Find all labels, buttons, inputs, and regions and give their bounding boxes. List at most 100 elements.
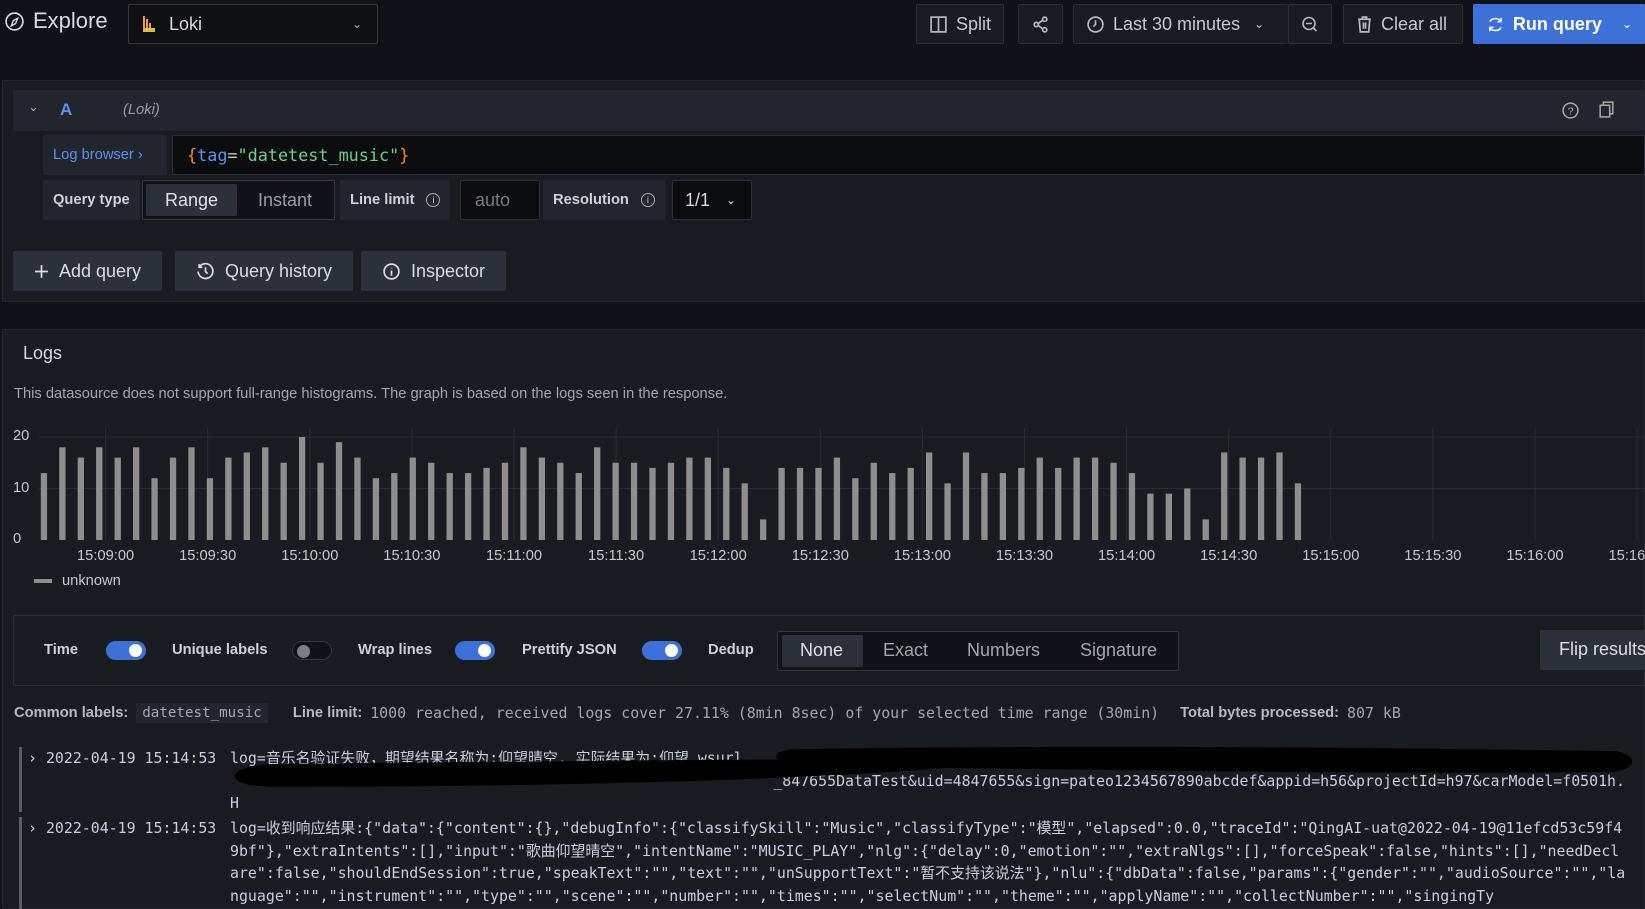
histogram-bar[interactable] [40,473,48,540]
dedup-numbers[interactable]: Numbers [967,640,1040,661]
histogram-bar[interactable] [1294,483,1302,540]
time-range-picker[interactable]: Last 30 minutes ⌄ [1073,4,1288,44]
split-button[interactable]: Split [916,4,1005,44]
histogram-bar[interactable] [981,473,988,540]
histogram-bar[interactable] [262,447,269,540]
histogram-bar[interactable] [649,467,656,540]
histogram-bar[interactable] [133,447,140,540]
histogram-bar[interactable] [667,462,675,540]
histogram-bar[interactable] [612,462,619,540]
histogram-bar[interactable] [1147,493,1154,540]
histogram-bar[interactable] [298,437,306,540]
histogram-bar[interactable] [225,457,232,540]
info-icon[interactable]: i [640,193,655,207]
dedup-exact[interactable]: Exact [883,640,928,661]
histogram-bar[interactable] [354,457,361,540]
legend-item[interactable]: unknown [34,573,121,589]
expand-chevron-icon[interactable]: › [28,819,37,837]
histogram-bar[interactable] [999,473,1007,540]
inspector-button[interactable]: Inspector [361,251,507,291]
histogram-bar[interactable] [464,473,472,540]
histogram-bar[interactable] [1128,473,1136,540]
histogram-bar[interactable] [520,447,527,540]
histogram-bar[interactable] [1018,467,1025,540]
dedup-signature[interactable]: Signature [1080,640,1157,661]
expand-chevron-icon[interactable]: › [28,749,37,767]
histogram-bar[interactable] [815,467,822,540]
histogram-bar[interactable] [1110,462,1117,540]
zoom-out-button[interactable] [1288,4,1332,44]
histogram-bar[interactable] [501,462,509,540]
histogram-bar[interactable] [557,462,564,540]
histogram-bar[interactable] [114,457,121,540]
chevron-down-icon[interactable]: ⌄ [1622,17,1632,31]
histogram-bar[interactable] [889,473,896,540]
histogram-bar[interactable] [594,447,601,540]
histogram-bar[interactable] [428,462,435,540]
query-type-range[interactable]: Range [146,184,237,216]
line-limit-input[interactable]: auto [460,180,540,220]
info-icon[interactable]: i [426,193,441,207]
wrap-lines-toggle[interactable] [455,641,495,660]
log-browser-button[interactable]: Log browser › [43,135,167,175]
histogram-bar[interactable] [151,478,158,540]
histogram-bar[interactable] [1257,457,1265,540]
histogram-bar[interactable] [1036,457,1043,540]
histogram-bar[interactable] [796,467,804,540]
histogram-bar[interactable] [630,462,638,540]
histogram-bar[interactable] [1202,519,1209,540]
histogram-bar[interactable] [335,442,343,540]
histogram-bar[interactable] [962,452,970,540]
histogram-bar[interactable] [575,473,582,540]
histogram-bar[interactable] [280,462,287,540]
histogram-bar[interactable] [925,452,933,540]
add-query-button[interactable]: Add query [13,251,163,291]
histogram-bar[interactable] [59,447,66,540]
histogram-bar[interactable] [741,483,748,540]
histogram-bar[interactable] [686,457,693,540]
histogram-bar[interactable] [1165,493,1173,540]
query-ref-id[interactable]: A [60,100,72,120]
histogram-bar[interactable] [77,457,84,540]
histogram-bar[interactable] [1276,452,1283,540]
histogram-bar[interactable] [538,457,546,540]
histogram-bar[interactable] [446,473,453,540]
histogram-bar[interactable] [243,452,250,540]
histogram-bar[interactable] [1055,467,1062,540]
query-type-instant[interactable]: Instant [240,184,330,216]
share-button[interactable] [1018,4,1063,44]
histogram-bar[interactable] [944,483,951,540]
histogram-bar[interactable] [391,473,398,540]
histogram-bar[interactable] [1091,457,1099,540]
collapse-chevron-icon[interactable]: ⌄ [28,99,39,115]
histogram-bar[interactable] [1221,452,1228,540]
datasource-picker[interactable]: Loki ⌄ [128,4,378,44]
histogram-bar[interactable] [188,447,195,540]
clear-all-button[interactable]: Clear all [1343,4,1463,44]
histogram-bar[interactable] [169,457,177,540]
prettify-json-toggle[interactable] [642,641,682,660]
histogram-bar[interactable] [317,462,324,540]
histogram-bar[interactable] [206,478,214,540]
resolution-select[interactable]: 1/1 ⌄ [672,180,752,220]
histogram-bar[interactable] [96,447,103,540]
query-editor[interactable]: {tag = "datetest_music"} [172,135,1645,175]
histogram-bar[interactable] [1239,457,1246,540]
histogram-bar[interactable] [870,462,877,540]
histogram-bar[interactable] [409,457,416,540]
histogram-bar[interactable] [760,519,767,540]
histogram-bar[interactable] [1073,457,1080,540]
time-toggle[interactable] [106,641,146,660]
dedup-none-label[interactable]: None [800,640,843,661]
histogram-bar[interactable] [778,467,785,540]
query-history-button[interactable]: Query history [175,251,354,291]
flip-results-button[interactable]: Flip results [1540,630,1645,670]
duplicate-icon[interactable] [1597,100,1616,119]
histogram-bar[interactable] [483,467,490,540]
histogram-bar[interactable] [704,457,711,540]
histogram-bar[interactable] [833,457,841,540]
histogram-bar[interactable] [1184,488,1191,541]
help-icon[interactable]: ? [1561,101,1580,120]
log-row[interactable]: › 2022-04-19 15:14:53 log=收到响应结果:{"data"… [19,817,1645,909]
histogram-bar[interactable] [372,478,380,540]
